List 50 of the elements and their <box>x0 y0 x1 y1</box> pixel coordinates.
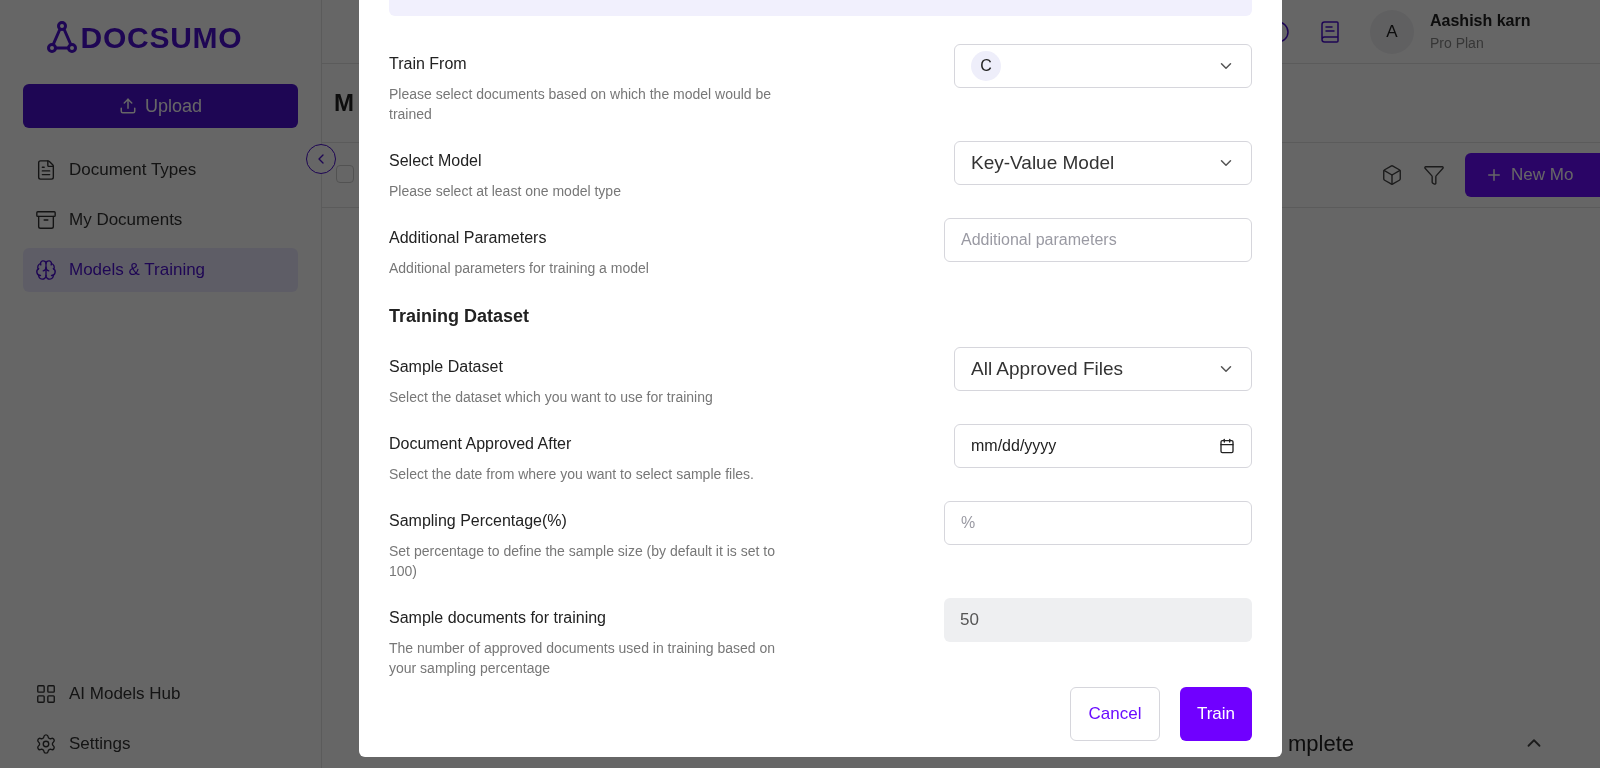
input-field[interactable]: Additional parameters <box>944 218 1252 262</box>
value-chip: C <box>971 51 1001 81</box>
page-title: M <box>334 88 354 118</box>
select-field[interactable]: C <box>954 44 1252 88</box>
field-description: Set percentage to define the sample size (by default it is set to 100) <box>389 542 776 581</box>
nav-icon <box>35 159 57 181</box>
user-name: Aashish karn <box>1430 11 1532 31</box>
field-description: Please select at least one model type <box>389 182 622 201</box>
field-label: Train From <box>389 54 468 74</box>
section-heading: Training Dataset <box>389 305 531 328</box>
logo-icon <box>46 21 77 53</box>
nav-icon <box>35 733 57 755</box>
field-description: The number of approved documents used in training based on your sampling percentage <box>389 639 777 678</box>
cancel-button[interactable]: Cancel <box>1070 687 1160 741</box>
field-label: Additional Parameters <box>389 228 548 248</box>
footer-text: mplete <box>1288 729 1355 758</box>
field-description: Select the date from where you want to select sample files. <box>389 465 755 484</box>
field-label: Sample Dataset <box>389 357 504 377</box>
upload-icon <box>118 97 137 115</box>
select-field[interactable]: Key-Value Model <box>954 141 1252 185</box>
filter-icon[interactable] <box>1423 164 1445 186</box>
sidebar-item[interactable]: AI Models Hub <box>23 672 298 716</box>
new-model-button[interactable]: New Mo <box>1465 153 1600 197</box>
field-label: Document Approved After <box>389 434 573 454</box>
calendar-icon <box>1219 438 1235 454</box>
field-label: Sample documents for training <box>389 608 607 628</box>
cube-icon[interactable] <box>1381 164 1403 186</box>
sidebar-item[interactable]: Document Types <box>23 148 298 192</box>
avatar[interactable]: A <box>1370 9 1414 54</box>
plus-icon <box>1485 166 1503 184</box>
logo-text: DOCSUMO <box>80 19 243 56</box>
nav-icon <box>35 209 57 231</box>
checkbox[interactable] <box>336 165 354 183</box>
field-label: Select Model <box>389 151 483 171</box>
readonly-field: 50 <box>944 598 1252 642</box>
upload-button[interactable]: Upload <box>23 84 298 128</box>
nav-icon <box>35 259 57 281</box>
field-description: Select the dataset which you want to use for training <box>389 388 714 407</box>
book-icon[interactable] <box>1318 19 1342 44</box>
nav-icon <box>35 683 57 705</box>
input-field[interactable]: % <box>944 501 1252 545</box>
sidebar-item[interactable]: Settings <box>23 722 298 766</box>
field-description: Please select documents based on which the model would be trained <box>389 85 773 124</box>
select-field[interactable]: All Approved Files <box>954 347 1252 391</box>
field-label: Sampling Percentage(%) <box>389 511 568 531</box>
train-button[interactable]: Train <box>1180 687 1252 741</box>
sidebar-item[interactable]: Models & Training <box>23 248 298 292</box>
date-field[interactable]: mm/dd/yyyy <box>954 424 1252 468</box>
field-description: Additional parameters for training a model <box>389 259 650 278</box>
sidebar-item[interactable]: My Documents <box>23 198 298 242</box>
